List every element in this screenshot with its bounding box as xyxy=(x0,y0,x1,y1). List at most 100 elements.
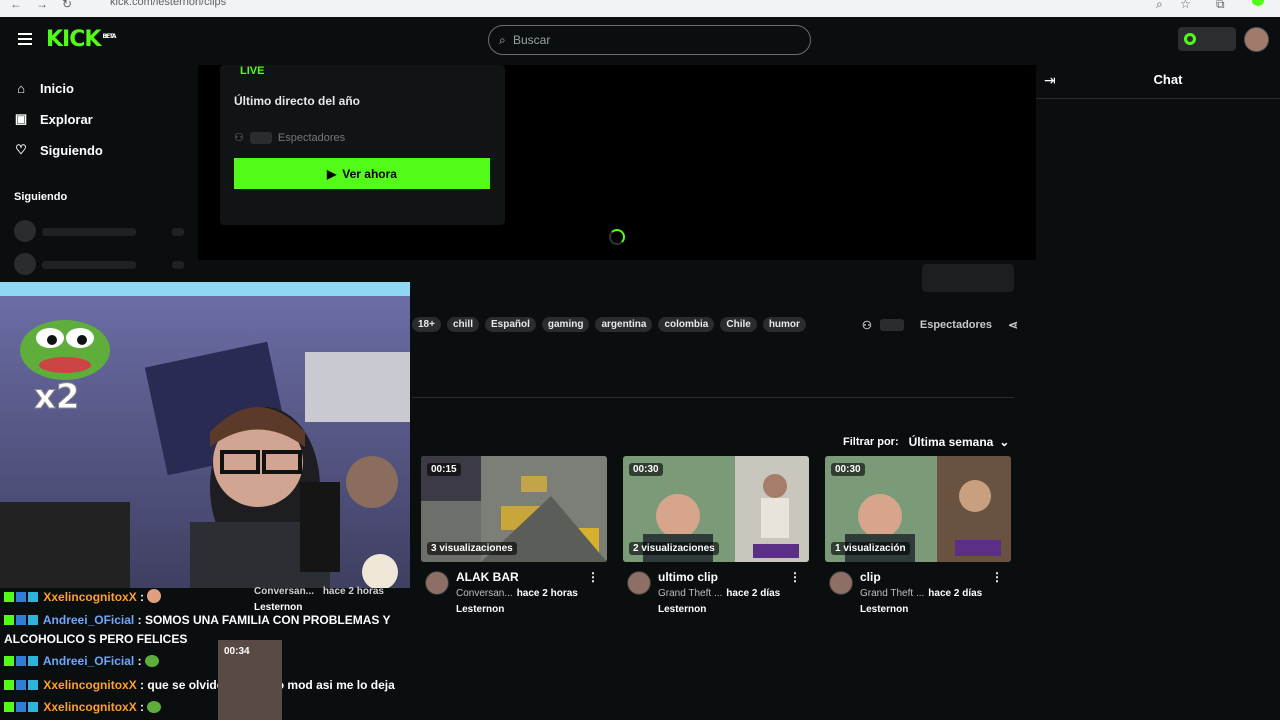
viewers-icon: ⚇ xyxy=(862,319,872,332)
clip-card[interactable]: 00:30 1 visualización clip Grand Theft .… xyxy=(825,456,1011,615)
live-card xyxy=(220,65,505,225)
mod-badge-icon xyxy=(28,656,38,666)
channel-avatar[interactable] xyxy=(627,571,651,595)
sidebar-item-label: Explorar xyxy=(40,111,93,127)
kick-logo[interactable]: KICK BETA xyxy=(46,27,116,52)
kick-badge-icon xyxy=(4,592,14,602)
chat-message: XxelincognitoxX : que se olvide que teng… xyxy=(4,676,395,695)
sidebar-item-explorar[interactable]: ▣ Explorar xyxy=(14,109,93,129)
viewers-label: Espectadores xyxy=(919,319,993,331)
clip-category: Conversan... xyxy=(254,586,315,597)
sidebar-item-inicio[interactable]: ⌂ Inicio xyxy=(14,78,74,98)
tag[interactable]: colombia xyxy=(658,317,715,332)
tag[interactable]: Chile xyxy=(720,317,757,332)
tag[interactable]: Español xyxy=(484,317,536,332)
chat-username: XxelincognitoxX xyxy=(43,678,137,692)
chat-username: XxelincognitoxX xyxy=(43,700,137,714)
clip-title[interactable]: ALAK BAR xyxy=(456,570,519,584)
kick-badge-icon xyxy=(4,680,14,690)
bookmark-star-icon[interactable]: ☆ xyxy=(1180,0,1191,11)
profile-icon[interactable] xyxy=(1252,0,1264,6)
clip-channel[interactable]: Lesternon xyxy=(456,604,504,615)
mod-badge-icon xyxy=(28,615,38,625)
sidebar-item-label: Inicio xyxy=(40,80,74,96)
share-icon[interactable]: ⋖ xyxy=(1008,318,1018,332)
clip-age: hace 2 días xyxy=(928,588,983,599)
clip-thumbnail[interactable]: 00:30 1 visualización xyxy=(825,456,1011,562)
tag[interactable]: humor xyxy=(762,317,806,332)
channel-avatar[interactable] xyxy=(829,571,853,595)
sidebar-item-label: Siguiendo xyxy=(40,142,103,158)
section-divider xyxy=(412,397,1014,398)
webcam-image: x2 xyxy=(0,282,410,588)
tag[interactable]: 18+ xyxy=(412,317,441,332)
watch-now-label: Ver ahora xyxy=(342,166,397,181)
channel-avatar[interactable] xyxy=(425,571,449,595)
channel-viewers: ⚇ Espectadores ⋖ xyxy=(862,318,1018,332)
kick-badge-icon xyxy=(4,656,14,666)
chat-panel xyxy=(1036,65,1280,720)
zoom-icon[interactable]: ⌕ xyxy=(1156,0,1163,12)
user-avatar[interactable] xyxy=(1244,27,1269,52)
clip-category[interactable]: Conversan... xyxy=(456,588,513,599)
clip-thumbnail[interactable]: 00:15 3 visualizaciones xyxy=(421,456,607,562)
clip-thumbnail[interactable]: 00:30 2 visualizaciones xyxy=(623,456,809,562)
extension-icon[interactable]: ⧉ xyxy=(1216,0,1225,12)
tag[interactable]: chill xyxy=(446,317,479,332)
tag[interactable]: gaming xyxy=(541,317,590,332)
clip-title[interactable]: clip xyxy=(860,570,881,584)
more-options-icon[interactable]: ⋮ xyxy=(991,570,1003,584)
chat-text: : xyxy=(137,654,142,668)
mod-badge-icon xyxy=(28,680,38,690)
viewer-count-placeholder xyxy=(879,319,904,331)
chat-title: Chat xyxy=(1153,72,1183,87)
clip-duration: 00:30 xyxy=(629,463,663,476)
watch-now-button[interactable]: ▶ Ver ahora xyxy=(234,158,490,189)
menu-icon[interactable] xyxy=(18,33,32,45)
chat-text: : xyxy=(140,700,145,714)
kick-coins-button[interactable] xyxy=(1178,27,1236,51)
clip-views: 3 visualizaciones xyxy=(427,542,517,555)
chevron-down-icon: ⌄ xyxy=(999,435,1010,449)
live-title: Último directo del año xyxy=(234,94,361,108)
kick-coin-icon xyxy=(1184,33,1196,45)
more-options-icon[interactable]: ⋮ xyxy=(587,570,599,584)
address-bar[interactable]: kick.com/lesternon/clips xyxy=(110,0,226,8)
clip-channel[interactable]: Lesternon xyxy=(860,604,908,615)
clip-card[interactable]: 00:30 2 visualizaciones ultimo clip Gran… xyxy=(623,456,809,615)
more-options-icon[interactable]: ⋮ xyxy=(789,570,801,584)
channel-tags: 18+ chill Español gaming argentina colom… xyxy=(412,317,806,332)
sidebar-item-siguiendo[interactable]: ♡ Siguiendo xyxy=(14,140,103,160)
pepe-emote xyxy=(20,320,110,380)
reload-icon[interactable]: ↻ xyxy=(62,0,72,11)
clip-duration: 00:15 xyxy=(427,463,461,476)
clip-thumbnail[interactable]: 00:34 xyxy=(218,640,282,720)
chat-message: XxelincognitoxX : xyxy=(4,588,162,607)
live-badge: LIVE xyxy=(240,65,265,77)
clip-card[interactable]: 00:15 3 visualizaciones ALAK BAR Convers… xyxy=(421,456,607,615)
home-icon: ⌂ xyxy=(17,80,25,96)
beta-badge: BETA xyxy=(102,32,116,40)
viewers-icon: ⚇ xyxy=(234,132,244,144)
search-input[interactable] xyxy=(513,31,793,49)
filter-select[interactable]: Última semana ⌄ xyxy=(909,435,1010,449)
chat-username: Andreei_OFicial xyxy=(42,654,135,668)
clip-subtitle: Conversan... hace 2 horas xyxy=(456,588,578,599)
clip-channel[interactable]: Lesternon xyxy=(658,604,706,615)
back-arrow-icon[interactable]: ← xyxy=(10,0,22,11)
subscriber-badge-icon xyxy=(16,592,26,602)
clip-category[interactable]: Grand Theft ... xyxy=(658,588,722,599)
filter-value: Última semana xyxy=(908,435,994,449)
tag[interactable]: argentina xyxy=(595,317,653,332)
forward-arrow-icon[interactable]: → xyxy=(36,0,48,11)
heart-icon: ♡ xyxy=(15,142,27,157)
follow-button-skeleton xyxy=(922,264,1014,292)
clip-title[interactable]: ultimo clip xyxy=(658,570,718,584)
clip-views: 1 visualización xyxy=(831,542,910,555)
search-box[interactable]: ⌕ xyxy=(488,25,811,55)
clip-subtitle: Grand Theft ... hace 2 días xyxy=(860,588,982,599)
clip-category[interactable]: Grand Theft ... xyxy=(860,588,924,599)
chat-message: Andreei_OFicial : xyxy=(4,652,159,671)
clip-subtitle: Grand Theft ... hace 2 días xyxy=(658,588,780,599)
subscriber-badge-icon xyxy=(16,656,26,666)
